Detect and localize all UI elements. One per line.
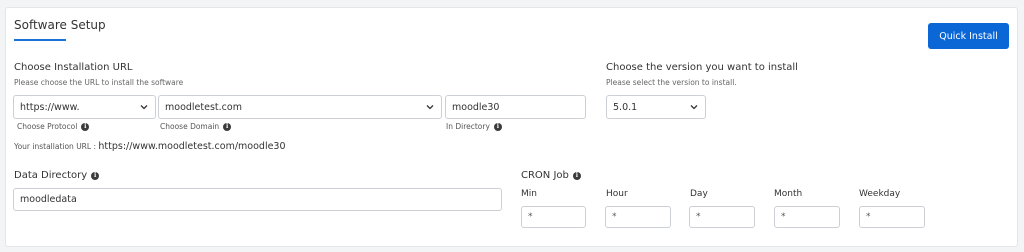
quick-install-button[interactable]: Quick Install [928, 23, 1009, 49]
protocol-select[interactable]: https://www. [13, 95, 156, 119]
domain-label: Choose Domain [160, 122, 220, 131]
version-heading: Choose the version you want to install [606, 62, 798, 73]
info-icon[interactable]: i [572, 171, 581, 180]
protocol-value: https://www. [20, 101, 80, 113]
title-underline [14, 39, 66, 41]
chevron-down-icon [690, 105, 698, 110]
cron-hour-input[interactable]: * [605, 206, 671, 228]
chevron-down-icon [426, 105, 434, 110]
cron-min-label: Min [521, 189, 537, 199]
installation-url-label: Your installation URL : [14, 142, 96, 151]
version-select[interactable]: 5.0.1 [606, 95, 706, 119]
domain-select[interactable]: moodletest.com [158, 95, 442, 119]
chevron-down-icon [140, 105, 148, 110]
cron-month-input[interactable]: * [774, 206, 840, 228]
install-url-hint: Please choose the URL to install the sof… [14, 78, 184, 87]
domain-value: moodletest.com [165, 101, 242, 113]
page-title: Software Setup [14, 18, 106, 32]
cron-weekday-label: Weekday [859, 189, 901, 199]
installation-url-row: Your installation URL : https://www.mood… [14, 141, 286, 152]
directory-label-row: In Directory i [446, 122, 502, 131]
info-icon[interactable]: i [493, 122, 502, 131]
protocol-label-row: Choose Protocol i [17, 122, 90, 131]
version-hint: Please select the version to install. [606, 78, 737, 87]
info-icon[interactable]: i [91, 171, 100, 180]
data-directory-input[interactable]: moodledata [13, 188, 502, 211]
data-directory-heading: Data Directory [14, 170, 88, 181]
version-value: 5.0.1 [613, 101, 638, 113]
directory-label: In Directory [446, 122, 490, 131]
cron-day-input[interactable]: * [689, 206, 755, 228]
installation-url-value: https://www.moodletest.com/moodle30 [98, 141, 286, 152]
install-url-heading: Choose Installation URL [14, 62, 133, 73]
info-icon[interactable]: i [223, 122, 232, 131]
directory-input[interactable]: moodle30 [445, 95, 586, 119]
cron-day-label: Day [690, 189, 708, 199]
cron-min-input[interactable]: * [521, 206, 586, 228]
cron-month-label: Month [774, 189, 803, 199]
protocol-label: Choose Protocol [17, 122, 78, 131]
cron-heading: CRON Job [521, 170, 569, 181]
domain-label-row: Choose Domain i [160, 122, 232, 131]
info-icon[interactable]: i [81, 122, 90, 131]
data-directory-heading-row: Data Directory i [14, 170, 100, 181]
cron-weekday-input[interactable]: * [859, 206, 925, 228]
cron-heading-row: CRON Job i [521, 170, 581, 181]
cron-hour-label: Hour [606, 189, 628, 199]
